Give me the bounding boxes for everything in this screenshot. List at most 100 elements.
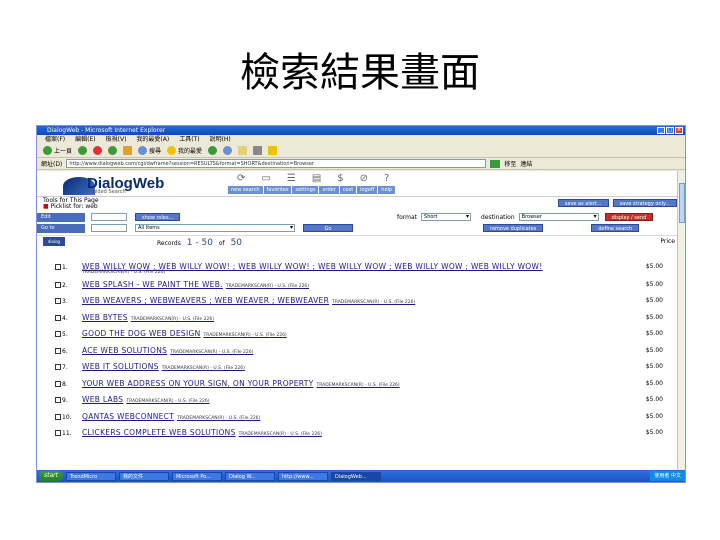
row-checkbox[interactable] xyxy=(55,331,61,337)
system-tray[interactable]: 使用者 中文 xyxy=(650,471,685,481)
row-price: $5.00 xyxy=(645,429,663,436)
menu-edit[interactable]: 編輯(E) xyxy=(75,135,95,144)
go-icon[interactable] xyxy=(490,159,501,168)
menu-file[interactable]: 檔案(F) xyxy=(45,135,65,144)
book-icon[interactable]: ▭ xyxy=(261,173,270,184)
list-icon[interactable]: ☰ xyxy=(287,173,296,184)
search-button[interactable]: 搜尋 xyxy=(138,146,161,155)
logoff-icon[interactable]: ⊘ xyxy=(360,173,368,184)
row-title[interactable]: WEB LABS xyxy=(82,395,123,404)
help-icon[interactable]: ? xyxy=(384,173,389,184)
row-title[interactable]: YOUR WEB ADDRESS ON YOUR SIGN, ON YOUR P… xyxy=(82,379,313,388)
row-title-link[interactable]: WEB LABS TRADEMARKSCAN(R) - U.S. (File 22… xyxy=(82,395,210,404)
row-title-link[interactable]: GOOD THE DOG WEB DESIGN TRADEMARKSCAN(R) … xyxy=(82,329,287,338)
row-title[interactable]: WEB SPLASH - WE PAINT THE WEB. xyxy=(82,280,223,289)
nav-logoff[interactable]: logoff xyxy=(357,186,378,194)
row-checkbox[interactable] xyxy=(55,381,61,387)
maximize-button[interactable]: □ xyxy=(666,127,674,134)
row-checkbox[interactable] xyxy=(55,397,61,403)
show-roles-button[interactable]: show roles... xyxy=(135,213,181,221)
close-button[interactable]: × xyxy=(675,127,683,134)
row-checkbox[interactable] xyxy=(55,364,61,370)
forward-button[interactable] xyxy=(78,146,88,155)
go-button[interactable]: Go xyxy=(303,224,353,232)
row-title[interactable]: WEB BYTES xyxy=(82,313,128,322)
taskbar-item[interactable]: Microsoft Po... xyxy=(171,471,222,481)
taskbar-item[interactable]: Dialog W... xyxy=(224,471,275,481)
row-title[interactable]: WEB WEAVERS ; WEBWEAVERS ; WEB WEAVER ; … xyxy=(82,296,329,305)
edit-input[interactable] xyxy=(91,213,127,221)
taskbar-item[interactable]: 我的文件 xyxy=(118,471,169,481)
nav-cost[interactable]: cost xyxy=(339,186,357,194)
nav-new-search[interactable]: new search xyxy=(228,186,263,194)
format-select[interactable]: Short xyxy=(421,213,472,221)
taskbar-item-active[interactable]: DialogWeb... xyxy=(330,471,381,481)
row-price: $5.00 xyxy=(645,413,663,420)
row-checkbox[interactable] xyxy=(55,282,61,288)
row-title-link[interactable]: WEB IT SOLUTIONS TRADEMARKSCAN(R) - U.S. … xyxy=(82,362,245,371)
back-button[interactable]: 上一頁 xyxy=(43,146,72,155)
links-label[interactable]: 連結 xyxy=(520,159,532,168)
scrollbar-thumb[interactable] xyxy=(679,183,685,223)
row-title-link[interactable]: WEB SPLASH - WE PAINT THE WEB. TRADEMARKS… xyxy=(82,280,309,289)
goto-input[interactable] xyxy=(91,224,127,232)
menu-favorites[interactable]: 我的最愛(A) xyxy=(136,135,169,144)
row-title-link[interactable]: QANTAS WEBCONNECT TRADEMARKSCAN(R) - U.S.… xyxy=(82,412,260,421)
row-title[interactable]: ACE WEB SOLUTIONS xyxy=(82,346,167,355)
destination-select[interactable]: Browser xyxy=(518,213,599,221)
items-select[interactable]: All Items xyxy=(135,224,295,232)
stop-button[interactable] xyxy=(93,146,103,155)
address-input[interactable]: http://www.dialogweb.com/cgi/dwframe?ses… xyxy=(66,159,487,168)
row-checkbox[interactable] xyxy=(55,414,61,420)
dedupe-row: remove duplicates define search xyxy=(483,223,640,233)
document-icon[interactable]: ▤ xyxy=(312,173,321,184)
home-button[interactable] xyxy=(123,146,133,155)
row-title[interactable]: GOOD THE DOG WEB DESIGN xyxy=(82,329,201,338)
save-alert-button[interactable]: save as alert... xyxy=(557,199,609,207)
history-button[interactable] xyxy=(223,146,233,155)
menu-help[interactable]: 說明(H) xyxy=(210,135,231,144)
row-title[interactable]: CLICKERS COMPLETE WEB SOLUTIONS xyxy=(82,428,236,437)
refresh-button[interactable] xyxy=(108,146,118,155)
row-title[interactable]: WEB IT SOLUTIONS xyxy=(82,362,159,371)
nav-order[interactable]: order xyxy=(319,186,339,194)
row-checkbox[interactable] xyxy=(55,430,61,436)
start-button[interactable]: start xyxy=(39,471,63,481)
row-title-link[interactable]: ACE WEB SOLUTIONS TRADEMARKSCAN(R) - U.S.… xyxy=(82,346,253,355)
nav-settings[interactable]: settings xyxy=(292,186,319,194)
vertical-scrollbar[interactable] xyxy=(677,171,685,472)
taskbar-item[interactable]: TrendMicro xyxy=(65,471,116,481)
edit-button[interactable] xyxy=(268,146,278,155)
print-button[interactable] xyxy=(253,146,263,155)
logo-subtitle: Guided Search xyxy=(89,189,126,195)
row-title-link[interactable]: WEB WEAVERS ; WEBWEAVERS ; WEB WEAVER ; … xyxy=(82,296,415,305)
remove-duplicates-button[interactable]: remove duplicates xyxy=(483,224,544,232)
save-strategy-button[interactable]: save strategy only... xyxy=(612,199,677,207)
define-search-button[interactable]: define search xyxy=(591,224,640,232)
row-title-link[interactable]: CLICKERS COMPLETE WEB SOLUTIONS TRADEMARK… xyxy=(82,428,322,437)
row-title-link[interactable]: WEB BYTES TRADEMARKSCAN(R) - U.S. (File 2… xyxy=(82,313,214,322)
display-send-button[interactable]: display / send xyxy=(604,213,654,221)
mail-button[interactable] xyxy=(238,146,248,155)
address-bar: 網址(D) http://www.dialogweb.com/cgi/dwfra… xyxy=(37,158,685,170)
row-checkbox[interactable] xyxy=(55,348,61,354)
media-button[interactable] xyxy=(208,146,218,155)
row-checkbox[interactable] xyxy=(55,264,61,270)
row-title[interactable]: QANTAS WEBCONNECT xyxy=(82,412,174,421)
list-item: 9. WEB LABS TRADEMARKSCAN(R) - U.S. (File… xyxy=(37,394,679,410)
menu-tools[interactable]: 工具(T) xyxy=(179,135,199,144)
cost-icon[interactable]: $ xyxy=(337,173,343,184)
nav-help[interactable]: help xyxy=(378,186,396,194)
favorites-button[interactable]: 我的最愛 xyxy=(167,146,202,155)
taskbar-item[interactable]: http://www... xyxy=(277,471,328,481)
row-price: $5.00 xyxy=(645,263,663,270)
refresh-icon[interactable]: ⟳ xyxy=(237,173,245,184)
row-checkbox[interactable] xyxy=(55,315,61,321)
nav-favorites[interactable]: favorites xyxy=(263,186,292,194)
row-source: TRADEMARKSCAN(R) - U.S. (File 226) xyxy=(332,300,416,305)
row-checkbox[interactable] xyxy=(55,298,61,304)
go-label[interactable]: 移至 xyxy=(504,159,516,168)
minimize-button[interactable]: _ xyxy=(657,127,665,134)
menu-view[interactable]: 檢視(V) xyxy=(106,135,127,144)
row-title-link[interactable]: YOUR WEB ADDRESS ON YOUR SIGN, ON YOUR P… xyxy=(82,379,400,388)
